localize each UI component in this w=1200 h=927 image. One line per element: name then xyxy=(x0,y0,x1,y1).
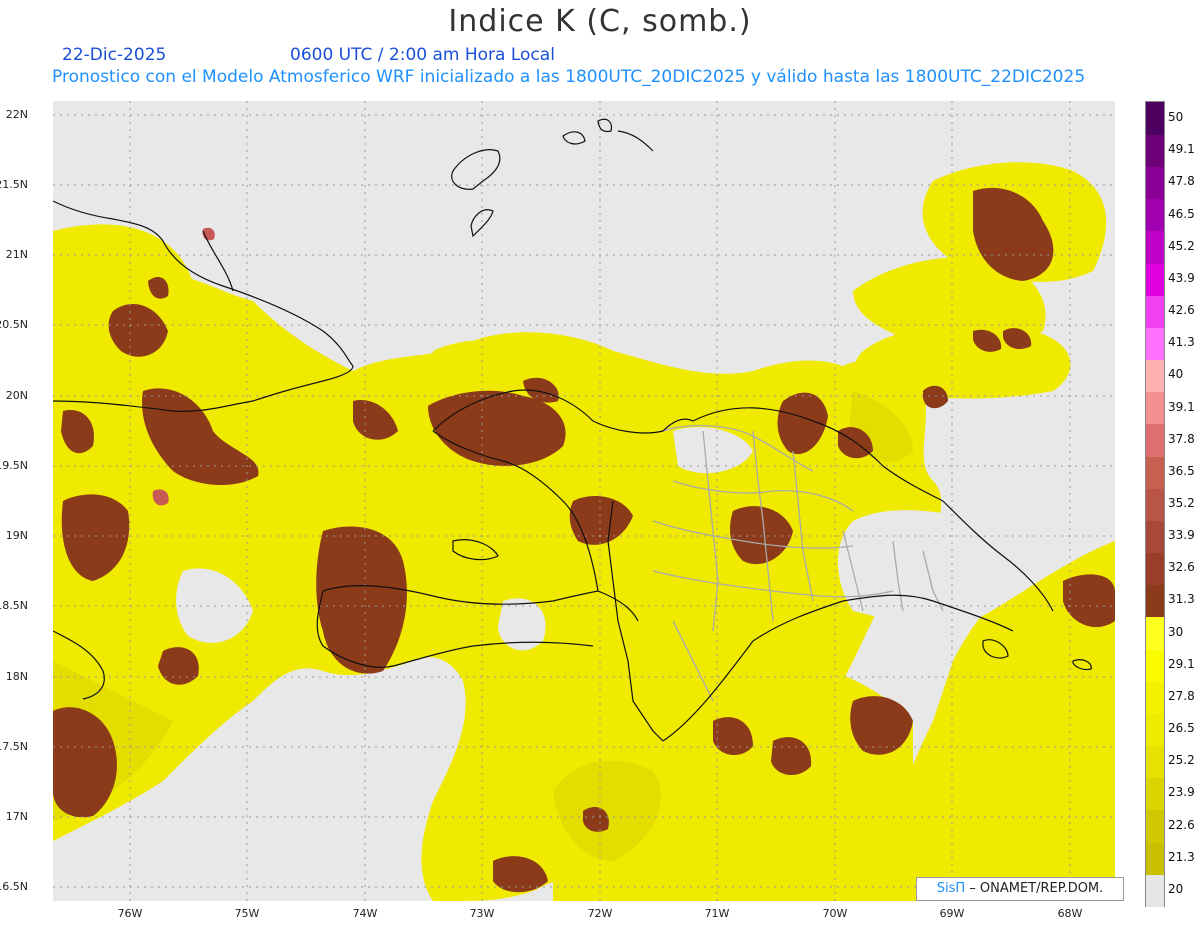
color-scale-box xyxy=(1146,745,1164,779)
color-scale-box xyxy=(1146,230,1164,264)
color-scale-label: 32.6 xyxy=(1168,560,1195,575)
lat-label: 17N xyxy=(5,810,28,823)
color-scale-label: 35.2 xyxy=(1168,496,1195,510)
color-scale-box xyxy=(1146,359,1164,393)
lat-label: 21.5N xyxy=(0,178,28,191)
color-scale-box xyxy=(1146,680,1164,714)
lat-label: 22N xyxy=(5,108,28,121)
color-scale-box xyxy=(1146,102,1164,135)
lat-label: 19.5N xyxy=(0,459,28,472)
color-scale-box xyxy=(1146,584,1164,618)
map-title: Indice K (C, somb.) xyxy=(448,4,752,39)
color-scale-label: 26.5 xyxy=(1168,721,1195,736)
k-index-map xyxy=(53,101,1115,901)
color-scale-box xyxy=(1146,423,1164,457)
color-scale-label: 46.5 xyxy=(1168,206,1195,221)
lon-label: 71W xyxy=(704,907,730,920)
credit-box: SisΠ – ONAMET/REP.DOM. xyxy=(916,877,1124,901)
color-scale-bar xyxy=(1145,101,1165,907)
color-scale-box xyxy=(1146,487,1164,521)
color-scale-label: 40 xyxy=(1168,367,1184,382)
color-scale-box xyxy=(1146,841,1164,875)
sispi-logo: SisΠ xyxy=(936,881,966,896)
forecast-date: 22-Dic-2025 xyxy=(62,45,167,65)
color-scale-label: 27.8 xyxy=(1168,688,1195,703)
color-scale-box xyxy=(1146,134,1164,168)
color-scale-label: 39.1 xyxy=(1168,399,1195,414)
lon-label: 73W xyxy=(469,907,495,920)
color-scale-label: 50 xyxy=(1168,110,1184,125)
lon-label: 72W xyxy=(587,907,613,920)
lon-label: 75W xyxy=(234,907,260,920)
color-scale-box xyxy=(1146,262,1164,296)
color-scale-label: 33.9 xyxy=(1168,528,1195,543)
color-scale-label: 47.8 xyxy=(1168,174,1195,189)
lat-label: 20N xyxy=(5,389,28,402)
color-scale-label: 23.9 xyxy=(1168,785,1195,800)
color-scale-label: 42.6 xyxy=(1168,303,1195,318)
color-scale-box xyxy=(1146,713,1164,747)
color-scale-box xyxy=(1146,166,1164,200)
color-scale-box xyxy=(1146,809,1164,843)
color-scale-label: 41.3 xyxy=(1168,335,1195,350)
color-scale-label: 49.1 xyxy=(1168,142,1195,157)
lon-label: 68W xyxy=(1057,907,1083,920)
credit-text: – ONAMET/REP.DOM. xyxy=(969,881,1104,896)
color-scale-box xyxy=(1146,520,1164,554)
color-scale-label: 25.2 xyxy=(1168,753,1195,768)
lat-label: 17.5N xyxy=(0,740,28,753)
color-scale-box xyxy=(1146,198,1164,232)
lat-label: 18.5N xyxy=(0,599,28,612)
color-scale-box xyxy=(1146,327,1164,361)
color-scale-box xyxy=(1146,552,1164,586)
color-scale-label: 31.3 xyxy=(1168,592,1195,607)
color-scale-label: 22.6 xyxy=(1168,817,1195,832)
color-scale-box xyxy=(1146,777,1164,811)
color-scale-label: 30 xyxy=(1168,624,1184,639)
color-scale-box xyxy=(1146,648,1164,682)
color-scale-box xyxy=(1146,294,1164,328)
color-scale-box xyxy=(1146,873,1164,907)
color-scale-label: 21.3 xyxy=(1168,849,1195,864)
lat-label: 16.5N xyxy=(0,880,28,893)
lat-label: 19N xyxy=(5,529,28,542)
color-scale-box xyxy=(1146,391,1164,425)
color-scale-box xyxy=(1146,616,1164,650)
lat-label: 20.5N xyxy=(0,318,28,331)
lon-label: 76W xyxy=(117,907,143,920)
forecast-description: Pronostico con el Modelo Atmosferico WRF… xyxy=(52,67,1086,87)
color-scale-label: 45.2 xyxy=(1168,238,1195,253)
color-scale-label: 37.8 xyxy=(1168,431,1195,446)
color-scale-box xyxy=(1146,455,1164,489)
forecast-time: 0600 UTC / 2:00 am Hora Local xyxy=(290,45,555,65)
lon-label: 74W xyxy=(352,907,378,920)
color-scale-label: 43.9 xyxy=(1168,270,1195,285)
lon-label: 70W xyxy=(822,907,848,920)
lon-label: 69W xyxy=(939,907,965,920)
lat-label: 18N xyxy=(5,670,28,683)
color-scale-label: 20 xyxy=(1168,881,1184,896)
lat-label: 21N xyxy=(5,248,28,261)
color-scale-label: 36.5 xyxy=(1168,463,1195,478)
color-scale-label: 29.1 xyxy=(1168,656,1195,671)
